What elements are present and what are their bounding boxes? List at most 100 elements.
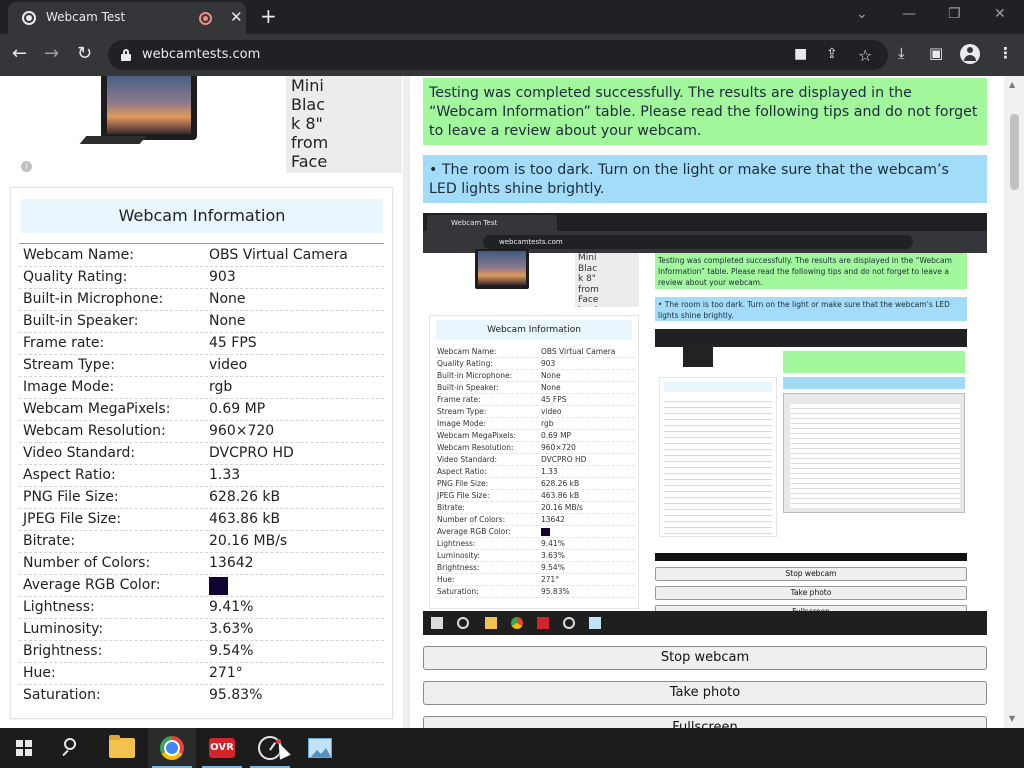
taskbar-ovr[interactable]: OVR [198,728,246,768]
restore-button[interactable]: ❐ [948,6,961,22]
new-tab-button[interactable]: + [260,5,277,27]
left-column: Mini Blac k 8" from Face book i Webcam I… [0,76,403,728]
tab-search-button[interactable]: ⌄ [856,6,868,22]
preview-info-title: Webcam Information [436,320,632,340]
device-stand [79,136,147,144]
info-row: Hue: 271° [19,663,384,685]
tab-strip: Webcam Test ✕ + ⌄ — ❐ ✕ [0,0,1024,34]
forward-arrow-icon[interactable]: → [44,44,59,64]
nested-card [659,377,777,537]
preview-info-value: 271° [541,575,560,584]
info-value: 3.63% [209,621,254,637]
info-label: Stream Type: [23,357,115,373]
preview-windows-icon [431,617,443,629]
webcam-favicon-icon [22,11,36,25]
stop-webcam-button[interactable]: Stop webcam [423,646,987,670]
preview-info-row: Quality Rating: 903 [435,358,635,370]
info-value: 1.33 [209,467,241,483]
ad-banner[interactable]: Mini Blac k 8" from Face book i [9,76,402,176]
fullscreen-button[interactable]: Fullscreen [423,716,987,728]
reload-icon[interactable]: ↻ [77,44,92,64]
preview-info-row: Stream Type: video [435,406,635,418]
info-label: Built-in Microphone: [23,291,164,307]
preview-tip-message: • The room is too dark. Turn on the ligh… [655,297,967,321]
preview-photo-button: Take photo [655,586,967,600]
share-icon[interactable]: ⇪ [826,46,838,62]
info-label: Quality Rating: [23,269,128,285]
info-value: None [209,291,246,307]
taskbar-file-explorer[interactable] [98,728,146,768]
preview-info-label: Webcam Name: [437,347,497,356]
info-value: 13642 [209,555,254,571]
preview-info-row: Webcam Name: OBS Virtual Camera [435,346,635,358]
profile-icon[interactable] [960,44,980,64]
preview-info-label: Lightness: [437,539,476,548]
close-window-button[interactable]: ✕ [994,6,1006,22]
take-photo-button[interactable]: Take photo [423,681,987,705]
preview-info-label: Brightness: [437,563,480,572]
start-button[interactable] [0,728,48,768]
right-column: Testing was completed successfully. The … [410,76,1004,728]
info-label: Video Standard: [23,445,136,461]
taskbar-search[interactable] [48,728,96,768]
address-bar[interactable]: webcamtests.com ■ ⇪ ☆ [108,40,888,70]
info-row: Brightness: 9.54% [19,641,384,663]
info-value: 628.26 kB [209,489,281,505]
preview-left-column: Mini Blac k 8" from Face book Webcam Inf… [423,249,649,609]
info-label: Average RGB Color: [23,577,161,593]
preview-right-column: Testing was completed successfully. The … [655,253,967,619]
ad-info-icon[interactable]: i [21,161,32,172]
sidebar-icon[interactable]: ▣ [929,44,943,62]
preview-info-value: 45 FPS [541,395,567,404]
download-icon[interactable]: ⤓ [898,44,905,62]
preview-info-label: Quality Rating: [437,359,493,368]
scroll-down-arrow-icon[interactable]: ▼ [1009,714,1015,723]
page-viewport: Mini Blac k 8" from Face book i Webcam I… [0,76,1024,728]
camera-icon[interactable]: ■ [794,46,807,62]
taskbar-photos[interactable] [296,728,344,768]
info-row: Quality Rating: 903 [19,267,384,289]
preview-info-value: None [541,383,561,392]
menu-icon[interactable]: ⋮ [998,44,1013,62]
page-scrollbar[interactable]: ▲ ▼ [1004,76,1024,728]
info-label: Image Mode: [23,379,115,395]
star-icon[interactable]: ☆ [858,46,872,65]
preview-info-row: Built-in Microphone: None [435,370,635,382]
back-arrow-icon[interactable]: ← [12,44,27,64]
preview-info-row: Image Mode: rgb [435,418,635,430]
portal-device-image [101,76,197,140]
preview-info-label: Aspect Ratio: [437,467,487,476]
scroll-up-arrow-icon[interactable]: ▲ [1009,80,1015,89]
tab-webcam-test[interactable]: Webcam Test ✕ [8,2,246,34]
minimize-button[interactable]: — [902,6,916,22]
scroll-thumb[interactable] [1010,114,1019,190]
taskbar-chrome[interactable] [148,728,196,768]
info-row: Saturation: 95.83% [19,685,384,707]
lock-icon[interactable] [121,49,131,61]
info-value: 960×720 [209,423,275,439]
preview-info-row: Frame rate: 45 FPS [435,394,635,406]
average-color-swatch [209,577,228,595]
tab-close-button[interactable]: ✕ [230,9,243,25]
preview-taskbar [423,611,987,635]
info-row: PNG File Size: 628.26 kB [19,487,384,509]
info-row: Aspect Ratio: 1.33 [19,465,384,487]
preview-color-swatch [541,528,550,536]
info-value: 95.83% [209,687,263,703]
chrome-icon [160,736,184,760]
preview-search-icon [457,617,469,629]
info-value: rgb [209,379,233,395]
preview-info-value: 9.54% [541,563,565,572]
preview-tab-title: Webcam Test [427,215,557,231]
preview-info-card: Webcam Information Webcam Name: OBS Virtu… [429,315,639,609]
windows-start-icon [16,740,32,756]
info-value: 463.86 kB [209,511,281,527]
file-explorer-icon [109,735,135,758]
info-row: Luminosity: 3.63% [19,619,384,641]
info-row: Average RGB Color: [19,575,384,597]
preview-stop-button: Stop webcam [655,567,967,581]
preview-info-row: Lightness: 9.41% [435,538,635,550]
info-value: 271° [209,665,243,681]
ad-text[interactable]: Mini Blac k 8" from Face book [286,76,402,173]
preview-info-table: Webcam Name: OBS Virtual Camera Quality Ra… [435,346,635,598]
